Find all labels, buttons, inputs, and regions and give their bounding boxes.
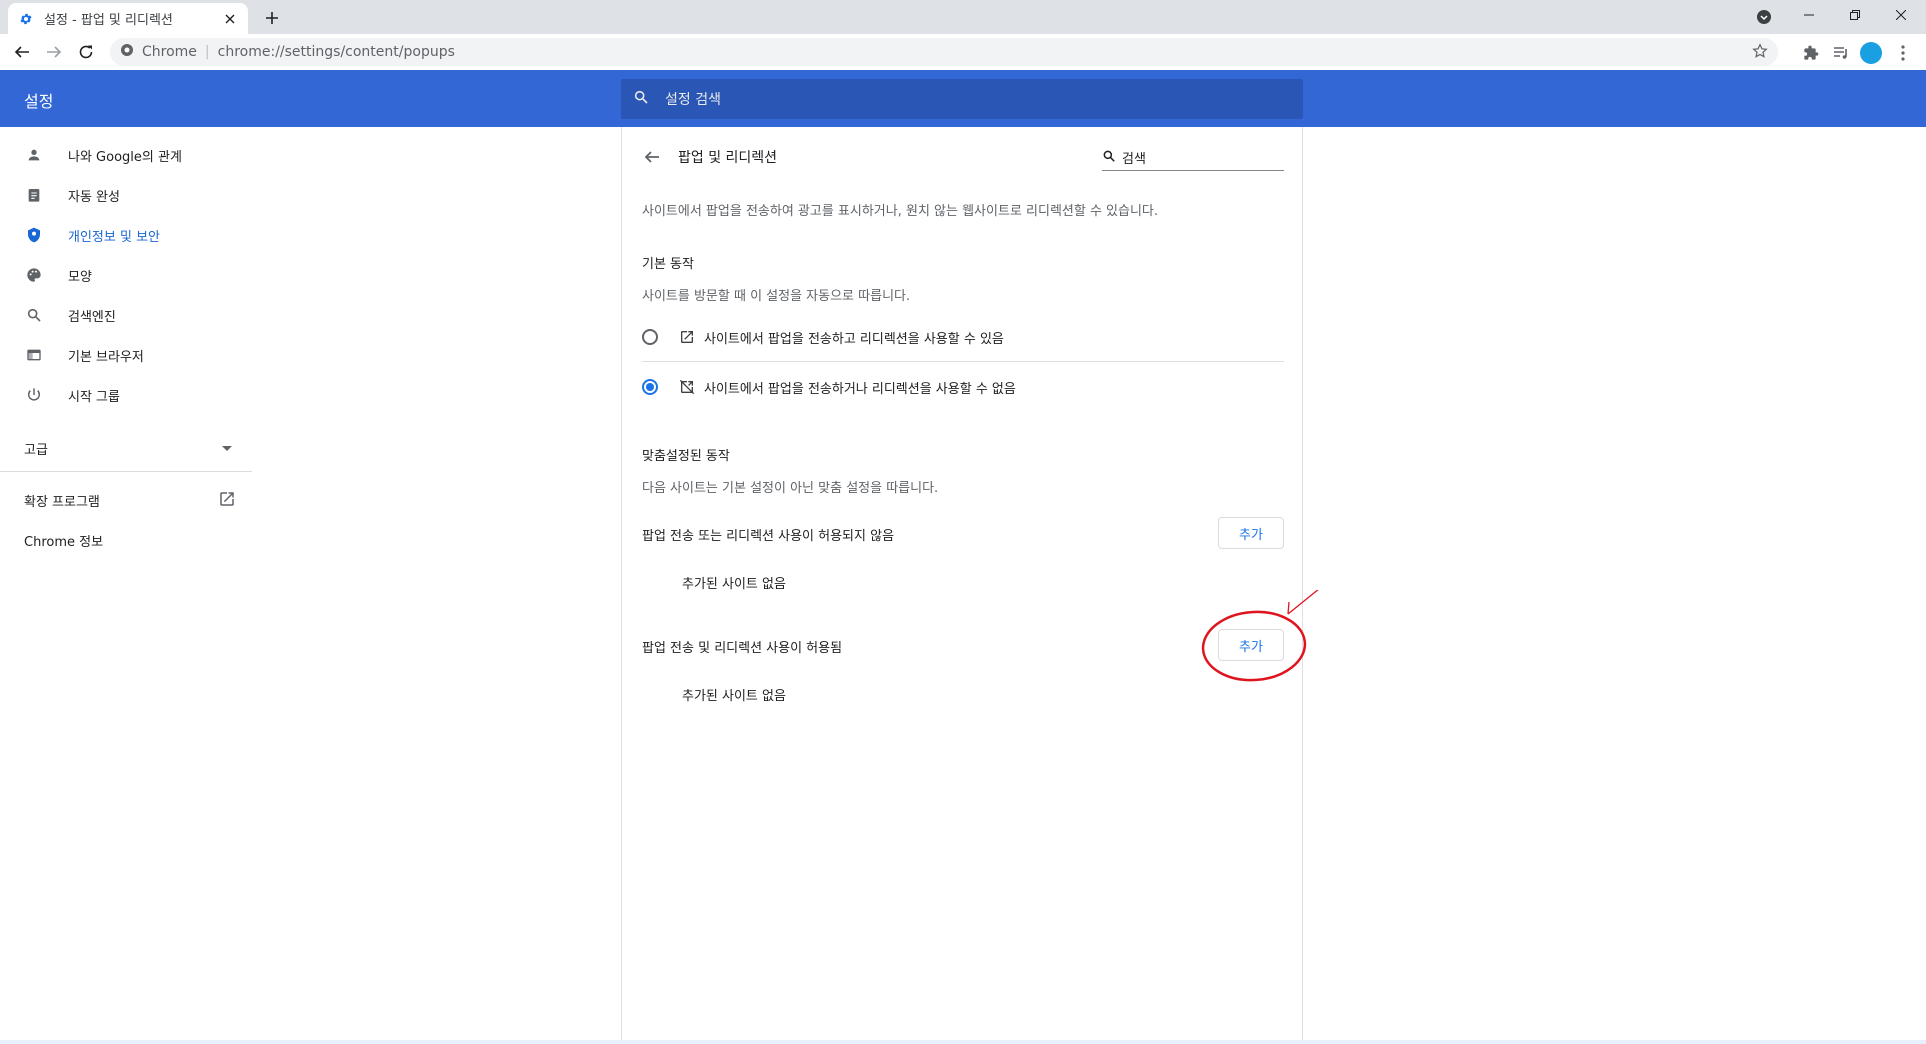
allowed-sites-header: 팝업 전송 및 리디렉션 사용이 허용됨 추가 [642, 629, 1284, 663]
sidebar-advanced-toggle[interactable]: 고급 [24, 433, 232, 463]
sidebar-item-label: 자동 완성 [68, 189, 120, 205]
blocked-sites-header: 팝업 전송 또는 리디렉션 사용이 허용되지 않음 추가 [642, 517, 1284, 551]
chrome-site-icon [120, 43, 134, 61]
radio-button[interactable] [642, 329, 658, 345]
settings-search-input[interactable]: 설정 검색 [621, 79, 1303, 119]
browser-icon [24, 345, 44, 365]
sidebar-item-label: 시작 그룹 [68, 389, 120, 405]
person-icon [24, 145, 44, 165]
popup-blocked-icon [678, 378, 696, 396]
sidebar-item-label: 기본 브라우저 [68, 349, 144, 365]
radio-allow-label: 사이트에서 팝업을 전송하고 리디렉션을 사용할 수 있음 [704, 331, 1004, 347]
caret-down-icon [222, 441, 232, 456]
sidebar-item-label: 나와 Google의 관계 [68, 149, 182, 165]
radio-button-selected[interactable] [642, 379, 658, 395]
clipboard-icon [24, 185, 44, 205]
sidebar-item-about-chrome[interactable]: Chrome 정보 [24, 525, 103, 555]
allowed-sites-label: 팝업 전송 및 리디렉션 사용이 허용됨 [642, 640, 843, 656]
custom-behavior-subtitle: 다음 사이트는 기본 설정이 아닌 맞춤 설정을 따릅니다. [642, 481, 939, 496]
custom-behavior-title: 맞춤설정된 동작 [642, 449, 730, 464]
sidebar-item-search-engine[interactable]: 검색엔진 [0, 295, 252, 335]
bottom-edge [0, 1040, 1926, 1044]
omnibox-url: chrome://settings/content/popups [217, 44, 455, 60]
browser-tab[interactable]: 설정 - 팝업 및 리디렉션 [8, 3, 248, 34]
sidebar-divider [0, 471, 252, 472]
sidebar-item-label: 개인정보 및 보안 [68, 229, 160, 245]
open-in-new-icon [678, 328, 696, 346]
popup-description: 사이트에서 팝업을 전송하여 광고를 표시하거나, 원치 않는 웹사이트로 리디… [642, 204, 1159, 219]
sidebar-item-extensions[interactable]: 확장 프로그램 [24, 485, 236, 515]
advanced-label: 고급 [24, 442, 48, 458]
blocked-sites-label: 팝업 전송 또는 리디렉션 사용이 허용되지 않음 [642, 528, 895, 544]
browser-toolbar: Chrome | chrome://settings/content/popup… [0, 34, 1926, 70]
radio-divider [642, 361, 1284, 362]
restore-icon[interactable] [1832, 0, 1878, 30]
sidebar-item-default-browser[interactable]: 기본 브라우저 [0, 335, 252, 375]
default-behavior-title: 기본 동작 [642, 257, 694, 272]
radio-block-label: 사이트에서 팝업을 전송하거나 리디렉션을 사용할 수 없음 [704, 381, 1016, 397]
back-arrow-icon[interactable] [640, 145, 664, 169]
settings-sidebar: 나와 Google의 관계 자동 완성 개인정보 및 보안 모양 검색엔진 기본… [0, 127, 252, 1044]
settings-title: 설정 [24, 92, 54, 111]
bookmark-star-icon[interactable] [1752, 43, 1768, 63]
about-label: Chrome 정보 [24, 534, 104, 550]
close-tab-icon[interactable] [222, 11, 238, 27]
power-icon [24, 385, 44, 405]
search-icon [24, 305, 44, 325]
settings-header: 설정 설정 검색 [0, 70, 1926, 127]
sidebar-item-on-startup[interactable]: 시작 그룹 [0, 375, 252, 415]
extensions-puzzle-icon[interactable] [1800, 42, 1822, 64]
sidebar-item-you-and-google[interactable]: 나와 Google의 관계 [0, 135, 252, 175]
media-queue-icon[interactable] [1830, 42, 1852, 64]
radio-allow-popups[interactable]: 사이트에서 팝업을 전송하고 리디렉션을 사용할 수 있음 [642, 313, 1284, 361]
add-blocked-site-button[interactable]: 추가 [1218, 517, 1284, 549]
profile-avatar[interactable] [1860, 42, 1882, 64]
settings-card: 팝업 및 리디렉션 검색 사이트에서 팝업을 전송하여 광고를 표시하거나, 원… [621, 127, 1303, 1044]
allowed-empty-label: 추가된 사이트 없음 [682, 689, 786, 704]
tab-search-icon[interactable] [1752, 5, 1776, 29]
search-placeholder: 설정 검색 [665, 92, 721, 108]
reload-button[interactable] [72, 38, 100, 66]
close-window-icon[interactable] [1878, 0, 1924, 30]
sidebar-item-label: 검색엔진 [68, 309, 116, 325]
address-bar[interactable]: Chrome | chrome://settings/content/popup… [110, 38, 1778, 66]
extensions-label: 확장 프로그램 [24, 494, 100, 510]
search-icon [633, 89, 649, 109]
open-in-new-icon [218, 490, 236, 512]
radio-block-popups[interactable]: 사이트에서 팝업을 전송하거나 리디렉션을 사용할 수 없음 [642, 363, 1284, 411]
forward-button[interactable] [40, 38, 68, 66]
sidebar-item-label: 모양 [68, 269, 92, 285]
sidebar-item-privacy[interactable]: 개인정보 및 보안 [0, 215, 252, 255]
palette-icon [24, 265, 44, 285]
settings-gear-icon [18, 11, 34, 27]
search-icon [1102, 148, 1116, 167]
subpage-search-input[interactable]: 검색 [1102, 145, 1284, 171]
sidebar-item-autofill[interactable]: 자동 완성 [0, 175, 252, 215]
new-tab-button[interactable] [260, 6, 284, 30]
blocked-empty-label: 추가된 사이트 없음 [682, 577, 786, 592]
default-behavior-subtitle: 사이트를 방문할 때 이 설정을 자동으로 따릅니다. [642, 289, 911, 304]
subpage-search-text: 검색 [1122, 152, 1146, 167]
omnibox-separator: | [204, 44, 210, 60]
tab-title: 설정 - 팝업 및 리디렉션 [44, 13, 173, 28]
minimize-icon[interactable] [1786, 0, 1832, 30]
shield-icon [24, 225, 44, 245]
add-allowed-site-button[interactable]: 추가 [1218, 629, 1284, 661]
tab-strip: 설정 - 팝업 및 리디렉션 [0, 0, 1926, 34]
menu-kebab-icon[interactable] [1892, 42, 1914, 64]
omnibox-chrome-label: Chrome [142, 44, 197, 60]
sidebar-item-appearance[interactable]: 모양 [0, 255, 252, 295]
page-title: 팝업 및 리디렉션 [678, 150, 778, 166]
back-button[interactable] [8, 38, 36, 66]
